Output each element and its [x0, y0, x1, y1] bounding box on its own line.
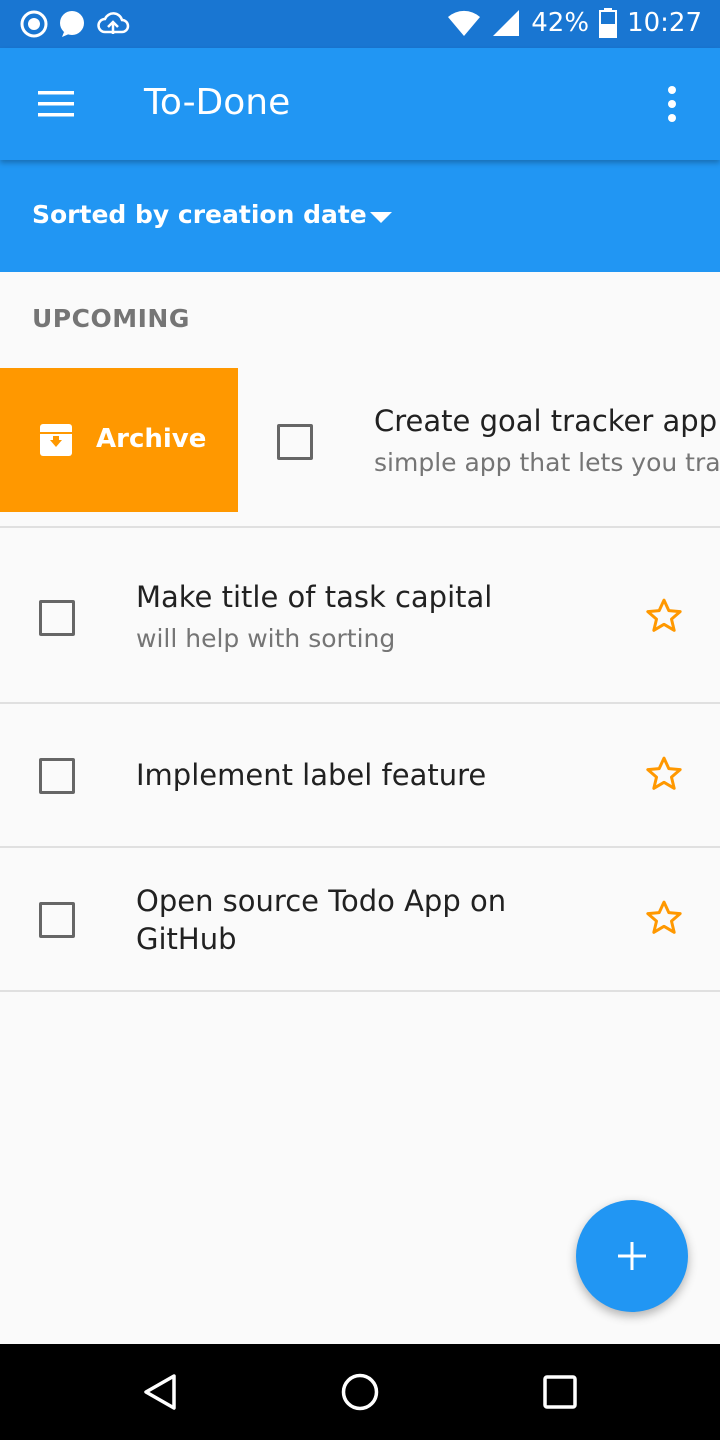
- task-title: Create goal tracker app: [374, 404, 718, 438]
- task-title-line-2: GitHub: [136, 922, 237, 956]
- task-row[interactable]: Open source Todo App on GitHub: [0, 848, 720, 992]
- task-title-line-1: Open source Todo App on: [136, 884, 507, 918]
- status-bar: 42% 10:27: [0, 0, 720, 48]
- task-checkbox[interactable]: [277, 424, 313, 460]
- star-icon[interactable]: [644, 596, 684, 636]
- star-icon[interactable]: [644, 754, 684, 794]
- battery-icon: [599, 8, 618, 38]
- record-icon: [20, 10, 48, 38]
- task-row[interactable]: Make title of task capital will help wit…: [0, 528, 720, 704]
- sort-label: Sorted by creation date: [32, 200, 367, 229]
- back-icon[interactable]: [140, 1372, 180, 1412]
- app-bar: To-Done: [0, 48, 720, 160]
- task-row[interactable]: Create goal tracker app simple app that …: [238, 368, 720, 526]
- cloud-upload-icon: [97, 12, 130, 34]
- archive-swipe-action[interactable]: Archive: [0, 368, 238, 512]
- wifi-icon: [448, 10, 481, 37]
- more-vert-icon[interactable]: [660, 84, 684, 124]
- task-checkbox[interactable]: [39, 902, 75, 938]
- app-title: To-Done: [144, 82, 291, 123]
- hamburger-menu-icon[interactable]: [36, 86, 76, 122]
- archive-icon: [40, 424, 72, 456]
- task-subtitle: simple app that lets you trac: [374, 448, 720, 477]
- battery-percent: 42%: [531, 8, 590, 38]
- clock: 10:27: [627, 8, 702, 38]
- recents-icon[interactable]: [542, 1374, 578, 1410]
- task-checkbox[interactable]: [39, 758, 75, 794]
- task-checkbox[interactable]: [39, 600, 75, 636]
- home-icon[interactable]: [340, 1372, 380, 1412]
- star-icon[interactable]: [644, 898, 684, 938]
- section-header-upcoming: UPCOMING: [32, 304, 190, 333]
- add-icon: [618, 1242, 646, 1270]
- chat-icon: [60, 11, 84, 37]
- task-title: Implement label feature: [136, 758, 487, 792]
- task-row[interactable]: Implement label feature: [0, 704, 720, 848]
- system-nav-bar: [0, 1344, 720, 1440]
- task-subtitle: will help with sorting: [136, 624, 396, 653]
- task-title: Make title of task capital: [136, 580, 493, 614]
- signal-icon: [493, 10, 520, 36]
- chevron-down-icon: [370, 212, 392, 223]
- sort-dropdown[interactable]: Sorted by creation date: [0, 160, 720, 272]
- archive-label: Archive: [96, 424, 207, 454]
- add-task-button[interactable]: [576, 1200, 688, 1312]
